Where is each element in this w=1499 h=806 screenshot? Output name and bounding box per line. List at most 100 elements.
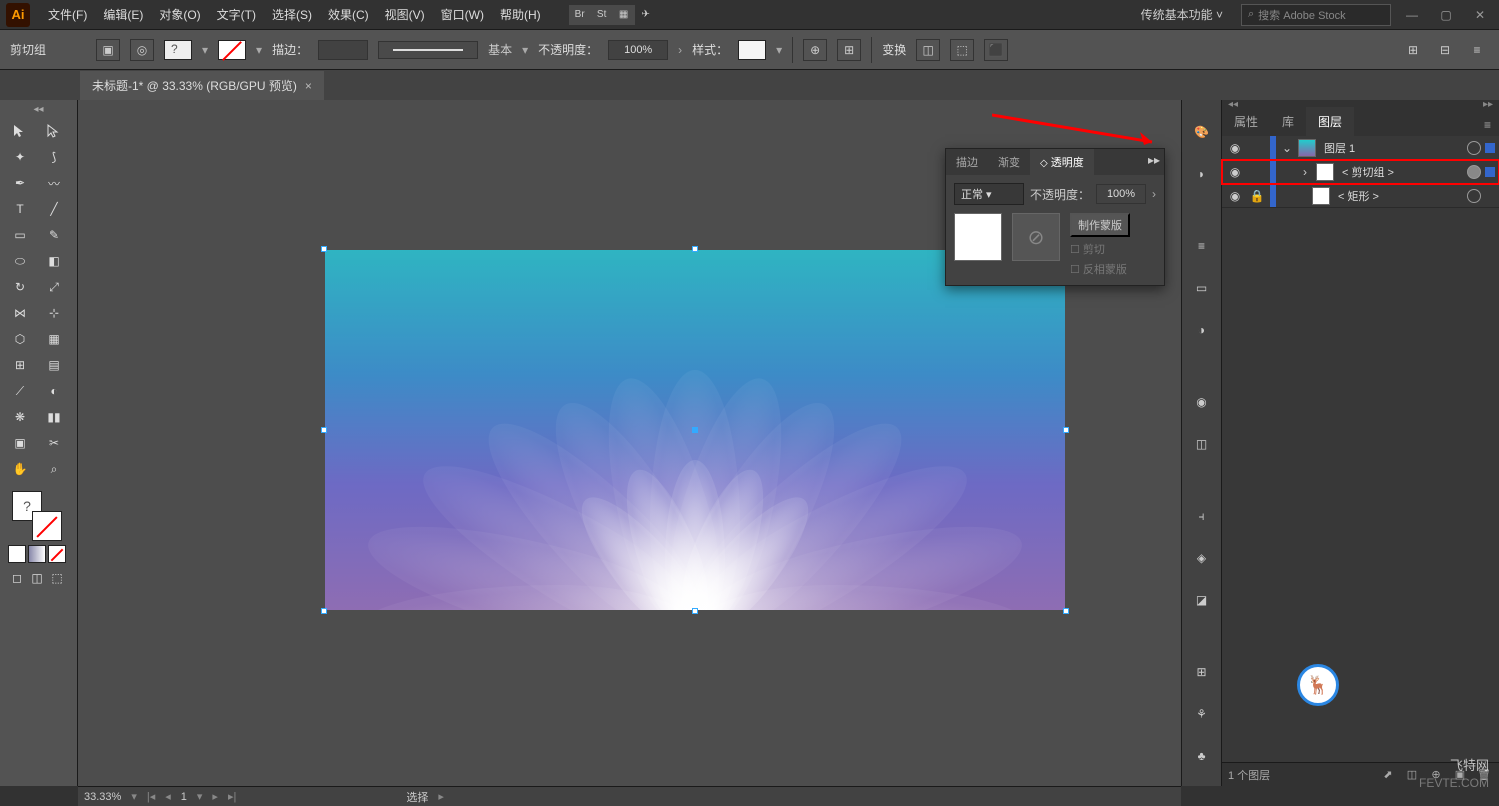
stroke-swatch[interactable] <box>218 40 246 60</box>
selection-handle[interactable] <box>321 246 327 252</box>
magic-wand-tool[interactable]: ✦ <box>4 145 36 169</box>
lock-toggle[interactable]: 🔒 <box>1248 189 1266 203</box>
line-tool[interactable]: ╱ <box>38 197 70 221</box>
gradient-panel-icon[interactable]: ▭ <box>1190 276 1214 300</box>
selection-handle[interactable] <box>321 608 327 614</box>
layer-name[interactable]: 图层 1 <box>1320 140 1463 156</box>
pathfinder-panel-icon[interactable]: ◪ <box>1190 588 1214 612</box>
gradient-tool[interactable]: ▤ <box>38 353 70 377</box>
selection-handle[interactable] <box>1063 608 1069 614</box>
brushes-panel-icon[interactable]: ⊞ <box>1190 660 1214 684</box>
perspective-tool[interactable]: ▦ <box>38 327 70 351</box>
stroke-profile[interactable]: 基本 <box>488 41 512 58</box>
type-tool[interactable]: T <box>4 197 36 221</box>
visibility-toggle[interactable]: ◉ <box>1226 165 1244 179</box>
mesh-tool[interactable]: ⊞ <box>4 353 36 377</box>
layer-row[interactable]: ◉ 🔒 < 矩形 > <box>1222 184 1499 208</box>
layer-thumbnail[interactable] <box>1316 163 1334 181</box>
hand-tool[interactable]: ✋ <box>4 457 36 481</box>
transparency-panel-icon[interactable]: ◑ <box>1190 318 1214 342</box>
align-panel-icon[interactable]: ⫞ <box>1190 504 1214 528</box>
window-close[interactable]: ✕ <box>1467 5 1493 25</box>
arrange-button[interactable]: ▦ <box>613 5 635 25</box>
artboard-tool[interactable]: ▣ <box>4 431 36 455</box>
zoom-tool[interactable]: ⌕ <box>38 457 70 481</box>
window-minimize[interactable]: — <box>1399 5 1425 25</box>
align-icon[interactable]: ⊞ <box>837 39 861 61</box>
bridge-button[interactable]: Br <box>569 5 591 25</box>
expand-arrow-icon[interactable]: ⌄ <box>1280 141 1294 155</box>
search-stock-input[interactable]: ⌕ 搜索 Adobe Stock <box>1241 4 1391 26</box>
layer-row[interactable]: ◉ › < 剪切组 > <box>1222 160 1499 184</box>
selection-center[interactable] <box>692 427 698 433</box>
blend-tool[interactable]: ◐ <box>38 379 70 403</box>
swatches-panel-icon[interactable]: ♣ <box>1190 744 1214 768</box>
nav-next-icon[interactable]: ▸ <box>212 790 218 803</box>
free-transform-tool[interactable]: ⊹ <box>38 301 70 325</box>
opacity-input[interactable] <box>608 40 668 60</box>
panel-toggle-1[interactable]: ⊞ <box>1401 39 1425 61</box>
graph-tool[interactable]: ▮▮ <box>38 405 70 429</box>
mask-icon[interactable]: ⬛ <box>984 39 1008 61</box>
color-mode-none[interactable] <box>48 545 66 563</box>
layer-thumbnail[interactable] <box>1298 139 1316 157</box>
pen-tool[interactable]: ✒ <box>4 171 36 195</box>
blend-mode-select[interactable]: 正常 ▾ <box>954 183 1024 205</box>
nav-last-icon[interactable]: ▸| <box>228 790 236 803</box>
mask-thumbnail[interactable]: ⊘ <box>1012 213 1060 261</box>
target-icon[interactable] <box>1467 189 1481 203</box>
tab-layers[interactable]: 图层 <box>1306 107 1354 136</box>
eraser-tool[interactable]: ◧ <box>38 249 70 273</box>
selection-handle[interactable] <box>692 246 698 252</box>
style-swatch[interactable] <box>738 40 766 60</box>
menu-effect[interactable]: 效果(C) <box>320 6 377 23</box>
menu-edit[interactable]: 编辑(E) <box>95 6 151 23</box>
stroke-weight-input[interactable] <box>318 40 368 60</box>
edit-contents-icon[interactable]: ◎ <box>130 39 154 61</box>
layer-name[interactable]: < 矩形 > <box>1334 188 1463 204</box>
menu-help[interactable]: 帮助(H) <box>492 6 549 23</box>
symbols-panel-icon[interactable]: ⚘ <box>1190 702 1214 726</box>
menu-window[interactable]: 窗口(W) <box>433 6 492 23</box>
clip-checkbox[interactable]: ☐ 剪切 <box>1070 241 1130 257</box>
transparency-panel[interactable]: 描边 渐变 ◇ 透明度 ▸▸ 正常 ▾ 不透明度： › ⊘ 制作蒙版 ☐ 剪切 … <box>945 148 1165 286</box>
scale-tool[interactable]: ⤢ <box>38 275 70 299</box>
expand-arrow-icon[interactable]: › <box>1298 165 1312 179</box>
nav-first-icon[interactable]: |◂ <box>147 790 155 803</box>
menu-type[interactable]: 文字(T) <box>209 6 264 23</box>
tab-transparency[interactable]: ◇ 透明度 <box>1030 149 1094 175</box>
recolor-icon[interactable]: ⊕ <box>803 39 827 61</box>
shape-icon[interactable]: ◫ <box>916 39 940 61</box>
stock-button[interactable]: St <box>591 5 613 25</box>
layer-name[interactable]: < 剪切组 > <box>1338 164 1463 180</box>
locate-object-icon[interactable]: ⬈ <box>1379 766 1397 784</box>
visibility-toggle[interactable]: ◉ <box>1226 189 1244 203</box>
slice-tool[interactable]: ✂ <box>38 431 70 455</box>
selection-indicator[interactable] <box>1485 143 1495 153</box>
target-icon[interactable] <box>1467 165 1481 179</box>
tab-gradient[interactable]: 渐变 <box>988 149 1030 175</box>
graphic-styles-icon[interactable]: ◫ <box>1190 432 1214 456</box>
layer-thumbnail[interactable] <box>1312 187 1330 205</box>
panel-menu-icon[interactable]: ≡ <box>1476 114 1499 136</box>
eyedropper-tool[interactable]: ⟋ <box>4 379 36 403</box>
transform-label[interactable]: 变换 <box>882 41 906 58</box>
color-guide-icon[interactable]: ◗ <box>1190 162 1214 186</box>
object-thumbnail[interactable] <box>954 213 1002 261</box>
color-mode-fill[interactable] <box>8 545 26 563</box>
fill-swatch[interactable]: ? <box>164 40 192 60</box>
menu-object[interactable]: 对象(O) <box>151 6 208 23</box>
panel-close-icon[interactable]: ▸▸ <box>1144 149 1164 175</box>
zoom-level[interactable]: 33.33% <box>84 791 121 803</box>
curvature-tool[interactable]: 〰 <box>38 171 70 195</box>
color-panel-icon[interactable]: 🎨 <box>1190 120 1214 144</box>
shape-builder-tool[interactable]: ⬡ <box>4 327 36 351</box>
menu-view[interactable]: 视图(V) <box>377 6 433 23</box>
width-tool[interactable]: ⋈ <box>4 301 36 325</box>
transform-panel-icon[interactable]: ◈ <box>1190 546 1214 570</box>
rectangle-tool[interactable]: ▭ <box>4 223 36 247</box>
layer-row[interactable]: ◉ ⌄ 图层 1 <box>1222 136 1499 160</box>
bbox-icon[interactable]: ▣ <box>96 39 120 61</box>
shaper-tool[interactable]: ⬭ <box>4 249 36 273</box>
stroke-color[interactable] <box>32 511 62 541</box>
